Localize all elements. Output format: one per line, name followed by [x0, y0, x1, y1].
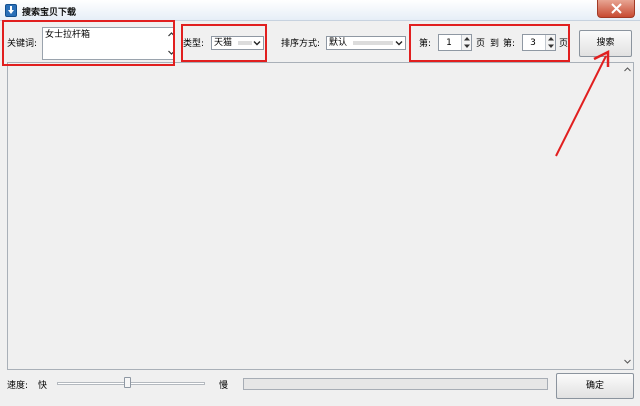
- download-arrow-icon: [5, 4, 17, 17]
- speed-slider-thumb[interactable]: [123, 377, 131, 388]
- arrow-up-icon[interactable]: [548, 36, 554, 41]
- speed-slider-track[interactable]: [57, 382, 205, 385]
- page-from-spin-buttons[interactable]: [461, 35, 471, 50]
- keyword-label: 关键词:: [7, 39, 38, 49]
- download-progress-bar: [243, 378, 548, 390]
- speed-label: 速度:: [7, 381, 29, 391]
- speed-fast-label: 快: [38, 381, 48, 391]
- page-from-value: 1: [446, 38, 452, 48]
- speed-slow-label: 慢: [219, 381, 229, 391]
- type-select-blur: [238, 41, 252, 45]
- type-label: 类型:: [183, 39, 205, 49]
- keyword-input[interactable]: 女士拉杆箱: [42, 27, 175, 60]
- keyword-value: 女士拉杆箱: [45, 30, 91, 40]
- scroll-down-icon[interactable]: [168, 49, 175, 56]
- search-button-label: 搜索: [596, 38, 615, 48]
- page-from-suffix: 页: [476, 39, 486, 49]
- sort-select-value: 默认: [329, 38, 348, 48]
- chevron-down-icon: [395, 41, 403, 46]
- page-from-stepper[interactable]: 1: [438, 34, 472, 51]
- confirm-button-label: 确定: [585, 381, 604, 391]
- close-icon: [611, 3, 622, 14]
- page-to-word: 到: [490, 39, 500, 49]
- scroll-up-icon[interactable]: [168, 31, 175, 38]
- arrow-up-icon[interactable]: [464, 36, 470, 41]
- type-select-value: 天猫: [214, 38, 233, 48]
- window-title: 搜索宝贝下载: [22, 8, 77, 18]
- sort-select-blur: [353, 41, 393, 45]
- scroll-down-icon[interactable]: [624, 359, 631, 364]
- results-list[interactable]: [7, 62, 634, 370]
- page-to-value: 3: [530, 38, 536, 48]
- sort-select[interactable]: 默认: [326, 36, 406, 50]
- type-select[interactable]: 天猫: [211, 36, 264, 50]
- chevron-down-icon: [253, 41, 261, 46]
- confirm-button[interactable]: 确定: [556, 373, 634, 399]
- annotation-arrow-icon: [555, 49, 610, 157]
- close-button[interactable]: [597, 0, 635, 18]
- sort-label: 排序方式:: [281, 39, 321, 49]
- scroll-up-icon[interactable]: [624, 67, 631, 72]
- results-scrollbar[interactable]: [621, 63, 633, 369]
- page-to-prefix: 第:: [503, 39, 516, 49]
- page-from-prefix: 第:: [419, 39, 432, 49]
- title-bar: 搜索宝贝下载: [0, 0, 640, 21]
- arrow-down-icon[interactable]: [464, 44, 470, 49]
